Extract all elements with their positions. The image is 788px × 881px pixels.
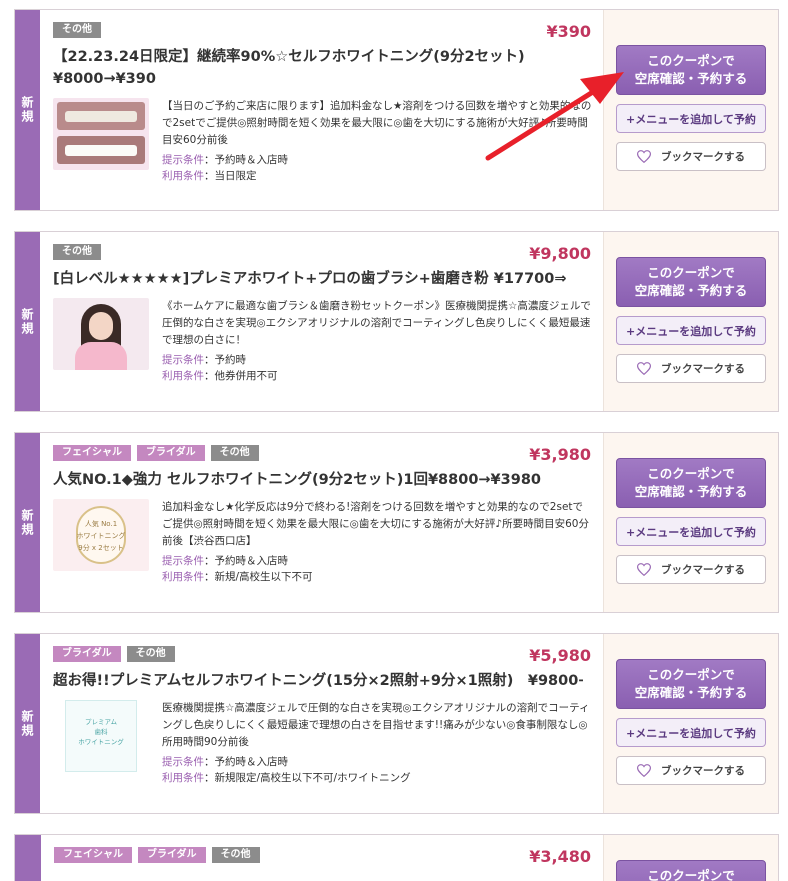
coupon-card: 新規 その他 ¥9,800 [白レベル★★★★★]プレミアホワイト+プロの歯ブラ…: [14, 231, 779, 412]
category-tag: その他: [126, 646, 175, 662]
add-menu-button[interactable]: +メニューを追加して予約: [616, 104, 766, 133]
coupon-conditions: 提示条件：予約時 利用条件：他券併用不可: [162, 354, 278, 382]
coupon-main: フェイシャル ブライダル その他 ¥3,480: [41, 835, 603, 881]
coupon-title[interactable]: 超お得!!プレミアムセルフホワイトニング(15分×2照射+9分×1照射) ¥98…: [53, 670, 583, 692]
reserve-button[interactable]: このクーポンで 空席確認・予約する: [616, 458, 766, 508]
coupon-image: 人気 No.1 ホワイトニング 9分 x 2セット: [53, 499, 149, 571]
coupon-price: ¥390: [546, 22, 591, 41]
coupon-actions: このクーポンで 空席確認・予約する +メニューを追加して予約 ブックマークする: [603, 10, 778, 210]
category-tag: フェイシャル: [53, 847, 132, 863]
bookmark-button[interactable]: ブックマークする: [616, 354, 766, 383]
coupon-conditions: 提示条件：予約時＆入店時 利用条件：当日限定: [162, 154, 288, 182]
heart-icon: [637, 362, 651, 375]
coupon-main: フェイシャル ブライダル その他 ¥3,980 人気NO.1◆強力 セルフホワイ…: [40, 433, 603, 612]
coupon-main: その他 ¥9,800 [白レベル★★★★★]プレミアホワイト+プロの歯ブラシ+歯…: [40, 232, 603, 411]
bookmark-button[interactable]: ブックマークする: [616, 142, 766, 171]
coupon-price: ¥3,480: [529, 847, 591, 866]
coupon-title[interactable]: [白レベル★★★★★]プレミアホワイト+プロの歯ブラシ+歯磨き粉 ¥17700⇒: [53, 268, 583, 290]
coupon-card: 新規 その他 ¥390 【22.23.24日限定】継続率90%☆セルフホワイトニ…: [14, 9, 779, 211]
new-customer-tag: [15, 835, 41, 881]
heart-icon: [637, 563, 651, 576]
category-tag: ブライダル: [137, 847, 206, 863]
add-menu-button[interactable]: +メニューを追加して予約: [616, 718, 766, 747]
category-tag: フェイシャル: [53, 445, 131, 461]
category-tag: ブライダル: [53, 646, 121, 662]
coupon-card: 新規 フェイシャル ブライダル その他 ¥3,980 人気NO.1◆強力 セルフ…: [14, 432, 779, 613]
reserve-button[interactable]: このクーポンで 空席確認・予約する: [616, 257, 766, 307]
add-menu-button[interactable]: +メニューを追加して予約: [616, 316, 766, 345]
coupon-main: その他 ¥390 【22.23.24日限定】継続率90%☆セルフホワイトニング(…: [40, 10, 603, 210]
new-customer-tag: 新規: [15, 634, 40, 813]
coupon-card: 新規 ブライダル その他 ¥5,980 超お得!!プレミアムセルフホワイトニング…: [14, 633, 779, 814]
coupon-title[interactable]: 人気NO.1◆強力 セルフホワイトニング(9分2セット)1回¥8800→¥398…: [53, 469, 583, 491]
coupon-actions: このクーポンで: [603, 835, 778, 881]
add-menu-button[interactable]: +メニューを追加して予約: [616, 517, 766, 546]
category-tag: ブライダル: [137, 445, 205, 461]
category-tag: その他: [53, 22, 101, 38]
coupon-image: [53, 298, 149, 370]
coupon-card: フェイシャル ブライダル その他 ¥3,480 このクーポンで: [14, 834, 779, 881]
coupon-title[interactable]: 【22.23.24日限定】継続率90%☆セルフホワイトニング(9分2セット): [53, 46, 583, 68]
reserve-button[interactable]: このクーポンで 空席確認・予約する: [616, 45, 766, 95]
coupon-actions: このクーポンで 空席確認・予約する +メニューを追加して予約 ブックマークする: [603, 634, 778, 813]
coupon-conditions: 提示条件：予約時＆入店時 利用条件：新規/高校生以下不可: [162, 555, 313, 583]
coupon-actions: このクーポンで 空席確認・予約する +メニューを追加して予約 ブックマークする: [603, 433, 778, 612]
coupon-description: 医療機関提携☆高濃度ジェルで圧倒的な白さを実現◎エクシアオリジナルの溶剤でコーテ…: [162, 702, 590, 748]
coupon-price: ¥3,980: [529, 445, 591, 464]
coupon-conditions: 提示条件：予約時＆入店時 利用条件：新規限定/高校生以下不可/ホワイトニング: [162, 756, 411, 784]
reserve-button[interactable]: このクーポンで 空席確認・予約する: [616, 659, 766, 709]
category-tag: その他: [211, 847, 260, 863]
reserve-button[interactable]: このクーポンで: [616, 860, 766, 881]
heart-icon: [637, 150, 651, 163]
coupon-actions: このクーポンで 空席確認・予約する +メニューを追加して予約 ブックマークする: [603, 232, 778, 411]
category-tag: その他: [53, 244, 101, 260]
coupon-main: ブライダル その他 ¥5,980 超お得!!プレミアムセルフホワイトニング(15…: [40, 634, 603, 813]
coupon-price: ¥5,980: [529, 646, 591, 665]
category-tag: その他: [210, 445, 259, 461]
new-customer-tag: 新規: [15, 433, 40, 612]
coupon-image: プレミアム 歯科 ホワイトニング: [53, 700, 149, 772]
coupon-title-line2[interactable]: ¥8000→¥390: [53, 68, 591, 90]
coupon-description: 【当日のご予約ご来店に限ります】追加料金なし★溶剤をつける回数を増やすと効果的な…: [162, 100, 592, 146]
new-customer-tag: 新規: [15, 10, 40, 210]
coupon-image: [53, 98, 149, 170]
coupon-description: 《ホームケアに最適な歯ブラシ＆歯磨き粉セットクーポン》医療機関提携☆高濃度ジェル…: [162, 300, 591, 346]
coupon-price: ¥9,800: [529, 244, 591, 263]
bookmark-button[interactable]: ブックマークする: [616, 555, 766, 584]
coupon-description: 追加料金なし★化学反応は9分で終わる!溶剤をつける回数を増やすと効果的なので2s…: [162, 501, 589, 547]
new-customer-tag: 新規: [15, 232, 40, 411]
bookmark-button[interactable]: ブックマークする: [616, 756, 766, 785]
heart-icon: [637, 764, 651, 777]
